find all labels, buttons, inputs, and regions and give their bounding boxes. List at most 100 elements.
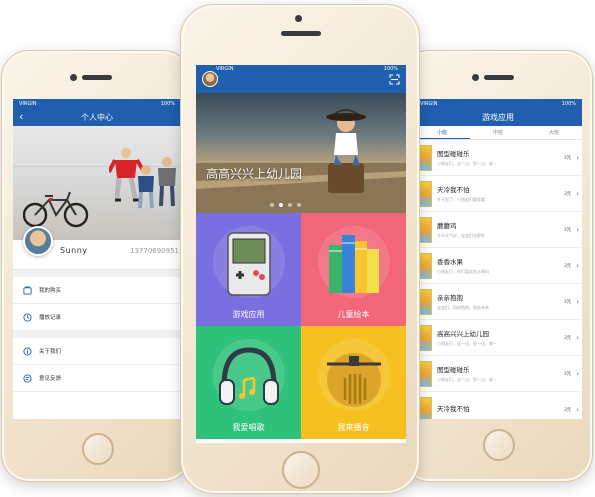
tile-i-broadcast[interactable]: 我来播音 xyxy=(301,326,406,439)
item-desc: 小朋友们，这一边，那一边，哪一 xyxy=(437,161,497,166)
list-item[interactable]: 图型碰碰乐小朋友们，这一边，那一边，哪一 3元 › xyxy=(414,140,582,176)
carousel-dot-active[interactable] xyxy=(279,203,283,207)
menu-item-label: 意见反馈 xyxy=(39,376,62,382)
item-desc: 冬天到了，小朋友们要保暖 xyxy=(437,197,485,202)
list-item[interactable]: 图型碰碰乐 小朋友们，这一边，那一边，哪一 3元 › xyxy=(414,356,582,392)
tab-middle-class[interactable]: 中班 xyxy=(470,126,526,139)
item-title: 香香水果 xyxy=(437,258,463,266)
item-desc: 小朋友们，这一边，那一边，哪一 xyxy=(437,341,497,346)
section-gap xyxy=(13,331,181,338)
front-camera xyxy=(70,74,77,81)
scan-icon[interactable] xyxy=(389,74,400,85)
game-thumbnail xyxy=(418,288,432,315)
carrier-label: VIRGIN xyxy=(19,101,37,107)
center-phone: VIRGIN 100% 高高兴兴上幼儿园 游戏应用 儿童绘本 我爱唱歌 我来播音 xyxy=(180,4,420,494)
menu-item-label: 播放记录 xyxy=(39,315,62,321)
menu-item-label: 关于我们 xyxy=(39,349,62,355)
item-price: 3元 xyxy=(563,299,572,305)
chevron-right-icon: › xyxy=(576,405,579,414)
game-thumbnail xyxy=(418,144,432,171)
tile-picture-books[interactable]: 儿童绘本 xyxy=(301,213,406,326)
child-blue-shirt-illustration xyxy=(138,165,154,209)
game-thumbnail xyxy=(418,324,432,351)
chevron-right-icon: › xyxy=(576,189,579,198)
username: Sunny xyxy=(60,246,88,255)
home-screen: VIRGIN 100% 高高兴兴上幼儿园 游戏应用 儿童绘本 我爱唱歌 我来播音 xyxy=(196,65,406,443)
home-button[interactable] xyxy=(483,429,515,461)
game-thumbnail xyxy=(418,396,432,419)
game-thumbnail xyxy=(418,180,432,207)
tile-label: 我爱唱歌 xyxy=(232,423,265,432)
child-grey-jacket-illustration xyxy=(158,157,176,207)
game-thumbnail xyxy=(418,252,432,279)
menu-item-feedback[interactable]: 意见反馈 xyxy=(13,365,181,392)
front-camera xyxy=(472,74,479,81)
carrier-label: VIRGIN xyxy=(420,101,438,107)
profile-screen: VIRGIN 100% ‹ 个人中心 Sunny 13770690951 我的购… xyxy=(13,99,181,419)
item-desc: 宝宝们，妈妈抱抱，爸爸亲亲 xyxy=(437,305,489,310)
item-title: 天冷我不怕 xyxy=(437,186,470,194)
item-price: 3元 xyxy=(563,155,572,161)
tile-game-apps[interactable]: 游戏应用 xyxy=(196,213,301,326)
carousel-dot[interactable] xyxy=(270,203,274,207)
headphones-icon xyxy=(219,347,279,405)
carrier-label: VIRGIN xyxy=(216,66,234,72)
list-item[interactable]: 亲亲抱抱 宝宝们，妈妈抱抱，爸爸亲亲 3元 › xyxy=(414,284,582,320)
home-button[interactable] xyxy=(82,433,114,465)
nav-bar: 游戏应用 xyxy=(414,109,582,126)
section-gap xyxy=(13,270,181,277)
item-price: 3元 xyxy=(563,371,572,377)
page-title: 个人中心 xyxy=(81,113,113,122)
gameboy-icon xyxy=(227,232,271,296)
right-phone: VIRGIN 100% 游戏应用 小班 中班 大班 图型碰碰乐小朋友们，这一边，… xyxy=(401,50,593,482)
speaker-grille xyxy=(484,75,514,80)
home-button[interactable] xyxy=(282,451,320,489)
battery-label: 100% xyxy=(160,101,175,107)
phone-number: 13770690951 xyxy=(130,247,179,255)
carousel-dot[interactable] xyxy=(288,203,292,207)
list-item[interactable]: 蘑蘑鸡 今天天气好，宝宝们去野外 3元 › xyxy=(414,212,582,248)
nav-bar: ‹ 个人中心 xyxy=(13,109,181,126)
back-icon[interactable]: ‹ xyxy=(19,110,23,123)
battery-label: 100% xyxy=(561,101,576,107)
carousel-dot[interactable] xyxy=(297,203,301,207)
feedback-icon xyxy=(23,373,32,383)
carousel-pagination xyxy=(270,203,301,207)
chevron-right-icon: › xyxy=(576,333,579,342)
chevron-right-icon: › xyxy=(576,369,579,378)
list-item[interactable]: 天冷我不怕 冬天到了，小朋友们要保暖 3元 › xyxy=(414,176,582,212)
chevron-right-icon: › xyxy=(576,261,579,270)
tile-label: 儿童绘本 xyxy=(337,310,370,319)
item-price: 3元 xyxy=(563,227,572,233)
top-bar: VIRGIN 100% xyxy=(196,65,406,93)
tab-large-class[interactable]: 大班 xyxy=(526,126,582,139)
tile-i-love-singing[interactable]: 我爱唱歌 xyxy=(196,326,301,439)
chevron-right-icon: › xyxy=(576,153,579,162)
item-price: 3元 xyxy=(563,407,572,413)
game-apps-screen: VIRGIN 100% 游戏应用 小班 中班 大班 图型碰碰乐小朋友们，这一边，… xyxy=(414,99,582,419)
avatar[interactable] xyxy=(23,226,53,256)
menu-item-history[interactable]: 播放记录 xyxy=(13,304,181,331)
user-avatar-button[interactable] xyxy=(202,71,218,87)
info-icon xyxy=(23,346,32,356)
status-bar: VIRGIN 100% xyxy=(414,99,582,109)
list-item[interactable]: 高高兴兴上幼儿园 小朋友们，这一边，那一边，哪一 3元 › xyxy=(414,320,582,356)
list-item[interactable]: 香香水果 小朋友们，你们喜欢吃水果吗 3元 › xyxy=(414,248,582,284)
chevron-right-icon: › xyxy=(576,297,579,306)
banner-carousel[interactable]: 高高兴兴上幼儿园 xyxy=(196,93,406,213)
list-item[interactable]: 天冷我不怕 3元 › xyxy=(414,392,582,419)
cart-icon xyxy=(23,285,32,295)
item-title: 图型碰碰乐 xyxy=(437,150,470,158)
menu-item-about[interactable]: 关于我们 xyxy=(13,338,181,365)
game-thumbnail xyxy=(418,216,432,243)
item-title: 图型碰碰乐 xyxy=(437,366,470,374)
menu-item-purchases[interactable]: 我的购买 xyxy=(13,277,181,304)
tab-small-class[interactable]: 小班 xyxy=(414,126,470,139)
menu-item-label: 我的购买 xyxy=(39,288,62,294)
item-desc: 小朋友们，你们喜欢吃水果吗 xyxy=(437,269,489,274)
front-camera xyxy=(295,15,302,22)
category-grid: 游戏应用 儿童绘本 我爱唱歌 我来播音 xyxy=(196,213,406,439)
game-thumbnail xyxy=(418,360,432,387)
speaker-grille xyxy=(281,31,321,36)
books-icon xyxy=(329,235,379,293)
